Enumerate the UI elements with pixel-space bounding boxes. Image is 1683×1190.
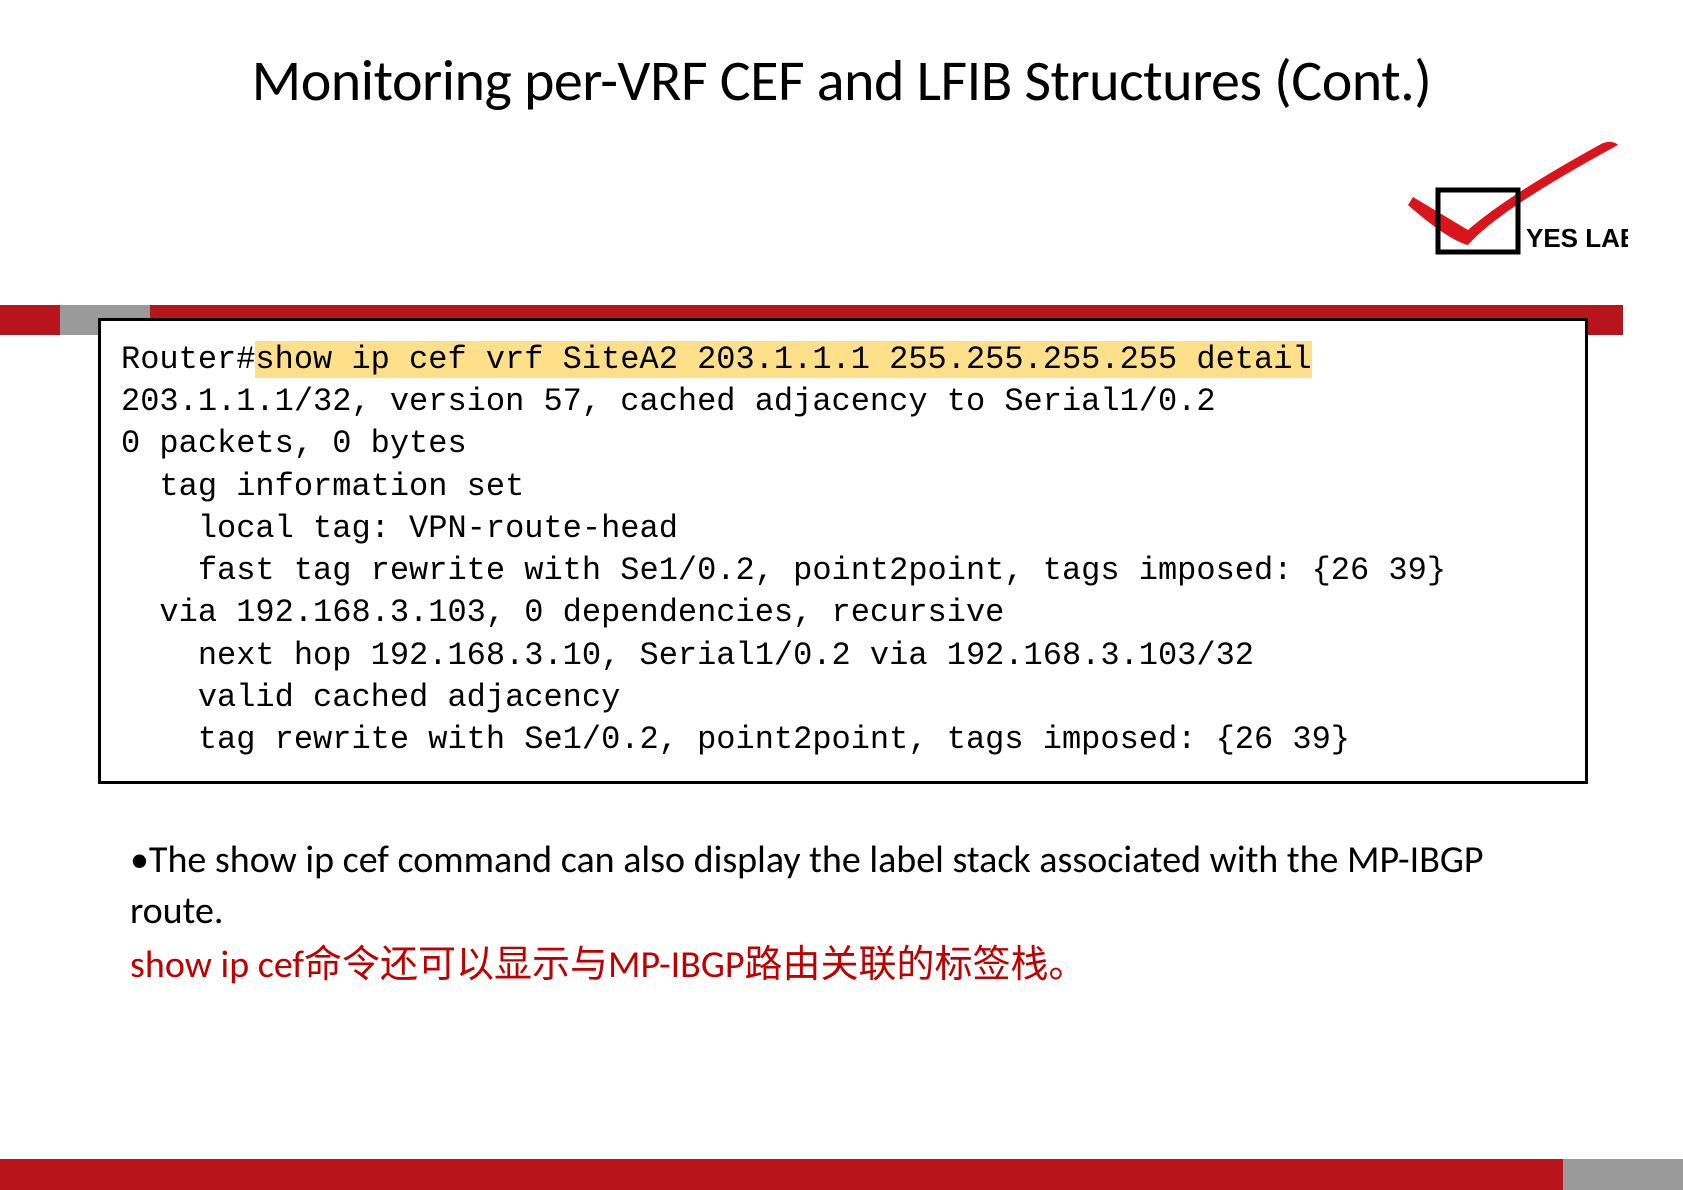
command-text: show ip cef vrf SiteA2 203.1.1.1 255.255… [255,341,1311,378]
code-line-2: 203.1.1.1/32, version 57, cached adjacen… [121,381,1575,423]
footer-red-bar [0,1159,1563,1190]
code-line-1: Router#show ip cef vrf SiteA2 203.1.1.1 … [121,339,1575,381]
code-output-box: Router#show ip cef vrf SiteA2 203.1.1.1 … [98,318,1588,784]
code-line-9: valid cached adjacency [121,677,1575,719]
code-line-4: tag information set [121,466,1575,508]
footer-grey-bar [1563,1159,1683,1190]
code-line-7: via 192.168.3.103, 0 dependencies, recur… [121,592,1575,634]
code-line-5: local tag: VPN-route-head [121,508,1575,550]
bullet-chinese: show ip cef命令还可以显示与MP-IBGP路由关联的标签栈。 [130,940,1523,991]
bullet-english: •The show ip cef command can also displa… [130,835,1523,938]
prompt-text: Router# [121,341,255,378]
code-line-8: next hop 192.168.3.10, Serial1/0.2 via 1… [121,635,1575,677]
code-line-3: 0 packets, 0 bytes [121,423,1575,465]
slide: Monitoring per-VRF CEF and LFIB Structur… [0,45,1683,1190]
yes-lab-logo: YES LAB [1368,135,1628,265]
code-line-10: tag rewrite with Se1/0.2, point2point, t… [121,719,1575,761]
code-line-6: fast tag rewrite with Se1/0.2, point2poi… [121,550,1575,592]
logo-text: YES LAB [1526,223,1628,253]
slide-title: Monitoring per-VRF CEF and LFIB Structur… [0,45,1683,118]
